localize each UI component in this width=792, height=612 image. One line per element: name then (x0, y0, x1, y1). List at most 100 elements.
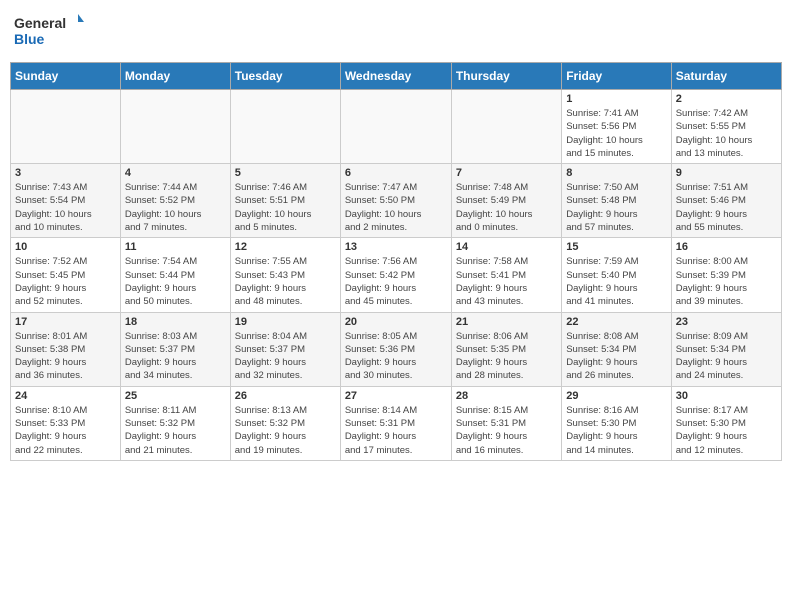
day-info: Sunrise: 8:03 AM Sunset: 5:37 PM Dayligh… (125, 330, 226, 383)
day-number: 14 (456, 241, 557, 253)
calendar-day-cell: 26Sunrise: 8:13 AM Sunset: 5:32 PM Dayli… (230, 386, 340, 460)
svg-text:Blue: Blue (14, 31, 45, 47)
calendar-table: SundayMondayTuesdayWednesdayThursdayFrid… (10, 62, 782, 461)
calendar-day-cell: 22 Sunrise: 8:08 AM Sunset: 5:34 PM Dayli… (562, 312, 671, 386)
day-number: 19 (235, 316, 336, 328)
calendar-day-cell: 8 Sunrise: 7:50 AM Sunset: 5:48 PM Daylig… (562, 164, 671, 238)
calendar-day-cell: 24 Sunrise: 8:10 AM Sunset: 5:33 PM Dayli… (11, 386, 121, 460)
day-number: 10 (15, 241, 116, 253)
day-number: 15 (566, 241, 666, 253)
day-number: 6 (345, 167, 447, 179)
calendar-day-cell (230, 90, 340, 164)
day-info: Sunrise: 7:51 AM Sunset: 5:46 PM Dayligh… (676, 181, 777, 234)
day-info: Sunrise: 8:15 AM Sunset: 5:31 PM Dayligh… (456, 404, 557, 457)
calendar-week-row: 3Sunrise: 7:43 AM Sunset: 5:54 PM Daylig… (11, 164, 782, 238)
day-info: Sunrise: 8:09 AM Sunset: 5:34 PM Dayligh… (676, 330, 777, 383)
calendar-day-cell: 16 Sunrise: 8:00 AM Sunset: 5:39 PM Dayli… (671, 238, 781, 312)
day-info: Sunrise: 7:55 AM Sunset: 5:43 PM Dayligh… (235, 255, 336, 308)
day-number: 28 (456, 390, 557, 402)
day-info: Sunrise: 8:01 AM Sunset: 5:38 PM Dayligh… (15, 330, 116, 383)
day-info: Sunrise: 7:47 AM Sunset: 5:50 PM Dayligh… (345, 181, 447, 234)
day-info: Sunrise: 8:08 AM Sunset: 5:34 PM Dayligh… (566, 330, 666, 383)
day-number: 12 (235, 241, 336, 253)
calendar-day-cell: 12 Sunrise: 7:55 AM Sunset: 5:43 PM Dayli… (230, 238, 340, 312)
calendar-day-cell: 6 Sunrise: 7:47 AM Sunset: 5:50 PM Daylig… (340, 164, 451, 238)
day-number: 8 (566, 167, 666, 179)
day-number: 5 (235, 167, 336, 179)
calendar-day-cell (11, 90, 121, 164)
day-info: Sunrise: 8:13 AM Sunset: 5:32 PM Dayligh… (235, 404, 336, 457)
calendar-day-cell: 29Sunrise: 8:16 AM Sunset: 5:30 PM Dayli… (562, 386, 671, 460)
day-number: 1 (566, 93, 666, 105)
calendar-header-thursday: Thursday (451, 63, 561, 90)
calendar-day-cell: 28 Sunrise: 8:15 AM Sunset: 5:31 PM Dayli… (451, 386, 561, 460)
calendar-day-cell: 9 Sunrise: 7:51 AM Sunset: 5:46 PM Daylig… (671, 164, 781, 238)
day-info: Sunrise: 8:10 AM Sunset: 5:33 PM Dayligh… (15, 404, 116, 457)
day-info: Sunrise: 8:05 AM Sunset: 5:36 PM Dayligh… (345, 330, 447, 383)
day-number: 21 (456, 316, 557, 328)
calendar-day-cell: 5 Sunrise: 7:46 AM Sunset: 5:51 PM Daylig… (230, 164, 340, 238)
calendar-day-cell: 18 Sunrise: 8:03 AM Sunset: 5:37 PM Dayli… (120, 312, 230, 386)
calendar-day-cell: 10 Sunrise: 7:52 AM Sunset: 5:45 PM Dayli… (11, 238, 121, 312)
day-info: Sunrise: 7:54 AM Sunset: 5:44 PM Dayligh… (125, 255, 226, 308)
calendar-day-cell: 11 Sunrise: 7:54 AM Sunset: 5:44 PM Dayli… (120, 238, 230, 312)
day-number: 20 (345, 316, 447, 328)
svg-text:General: General (14, 15, 66, 31)
calendar-day-cell: 23 Sunrise: 8:09 AM Sunset: 5:34 PM Dayli… (671, 312, 781, 386)
logo-icon: General Blue (14, 10, 84, 54)
day-number: 11 (125, 241, 226, 253)
day-number: 29 (566, 390, 666, 402)
day-info: Sunrise: 7:59 AM Sunset: 5:40 PM Dayligh… (566, 255, 666, 308)
calendar-header-row: SundayMondayTuesdayWednesdayThursdayFrid… (11, 63, 782, 90)
calendar-day-cell: 20 Sunrise: 8:05 AM Sunset: 5:36 PM Dayli… (340, 312, 451, 386)
calendar-week-row: 10 Sunrise: 7:52 AM Sunset: 5:45 PM Dayli… (11, 238, 782, 312)
day-info: Sunrise: 7:52 AM Sunset: 5:45 PM Dayligh… (15, 255, 116, 308)
day-info: Sunrise: 7:41 AM Sunset: 5:56 PM Dayligh… (566, 107, 666, 160)
calendar-header-sunday: Sunday (11, 63, 121, 90)
day-info: Sunrise: 7:43 AM Sunset: 5:54 PM Dayligh… (15, 181, 116, 234)
calendar-header-tuesday: Tuesday (230, 63, 340, 90)
page-header: General Blue (10, 10, 782, 54)
day-number: 16 (676, 241, 777, 253)
calendar-day-cell (451, 90, 561, 164)
day-info: Sunrise: 8:11 AM Sunset: 5:32 PM Dayligh… (125, 404, 226, 457)
day-number: 22 (566, 316, 666, 328)
calendar-day-cell: 15 Sunrise: 7:59 AM Sunset: 5:40 PM Dayli… (562, 238, 671, 312)
calendar-day-cell: 30Sunrise: 8:17 AM Sunset: 5:30 PM Dayli… (671, 386, 781, 460)
calendar-day-cell: 1 Sunrise: 7:41 AM Sunset: 5:56 PM Daylig… (562, 90, 671, 164)
calendar-day-cell: 19Sunrise: 8:04 AM Sunset: 5:37 PM Dayli… (230, 312, 340, 386)
day-info: Sunrise: 8:06 AM Sunset: 5:35 PM Dayligh… (456, 330, 557, 383)
calendar-week-row: 17Sunrise: 8:01 AM Sunset: 5:38 PM Dayli… (11, 312, 782, 386)
day-number: 23 (676, 316, 777, 328)
day-info: Sunrise: 7:44 AM Sunset: 5:52 PM Dayligh… (125, 181, 226, 234)
calendar-day-cell (340, 90, 451, 164)
day-number: 27 (345, 390, 447, 402)
day-number: 9 (676, 167, 777, 179)
day-info: Sunrise: 7:48 AM Sunset: 5:49 PM Dayligh… (456, 181, 557, 234)
calendar-header-saturday: Saturday (671, 63, 781, 90)
calendar-header-monday: Monday (120, 63, 230, 90)
day-number: 18 (125, 316, 226, 328)
day-info: Sunrise: 7:46 AM Sunset: 5:51 PM Dayligh… (235, 181, 336, 234)
day-number: 25 (125, 390, 226, 402)
day-number: 24 (15, 390, 116, 402)
day-number: 13 (345, 241, 447, 253)
day-number: 2 (676, 93, 777, 105)
day-info: Sunrise: 7:50 AM Sunset: 5:48 PM Dayligh… (566, 181, 666, 234)
day-info: Sunrise: 8:00 AM Sunset: 5:39 PM Dayligh… (676, 255, 777, 308)
calendar-day-cell: 3Sunrise: 7:43 AM Sunset: 5:54 PM Daylig… (11, 164, 121, 238)
calendar-header-friday: Friday (562, 63, 671, 90)
day-info: Sunrise: 7:56 AM Sunset: 5:42 PM Dayligh… (345, 255, 447, 308)
calendar-day-cell: 17Sunrise: 8:01 AM Sunset: 5:38 PM Dayli… (11, 312, 121, 386)
day-number: 30 (676, 390, 777, 402)
calendar-day-cell: 13 Sunrise: 7:56 AM Sunset: 5:42 PM Dayli… (340, 238, 451, 312)
calendar-day-cell: 27Sunrise: 8:14 AM Sunset: 5:31 PM Dayli… (340, 386, 451, 460)
calendar-day-cell: 14 Sunrise: 7:58 AM Sunset: 5:41 PM Dayli… (451, 238, 561, 312)
calendar-week-row: 24 Sunrise: 8:10 AM Sunset: 5:33 PM Dayli… (11, 386, 782, 460)
calendar-day-cell: 2Sunrise: 7:42 AM Sunset: 5:55 PM Daylig… (671, 90, 781, 164)
day-number: 7 (456, 167, 557, 179)
calendar-day-cell (120, 90, 230, 164)
calendar-week-row: 1 Sunrise: 7:41 AM Sunset: 5:56 PM Daylig… (11, 90, 782, 164)
calendar-day-cell: 25 Sunrise: 8:11 AM Sunset: 5:32 PM Dayli… (120, 386, 230, 460)
day-info: Sunrise: 7:58 AM Sunset: 5:41 PM Dayligh… (456, 255, 557, 308)
